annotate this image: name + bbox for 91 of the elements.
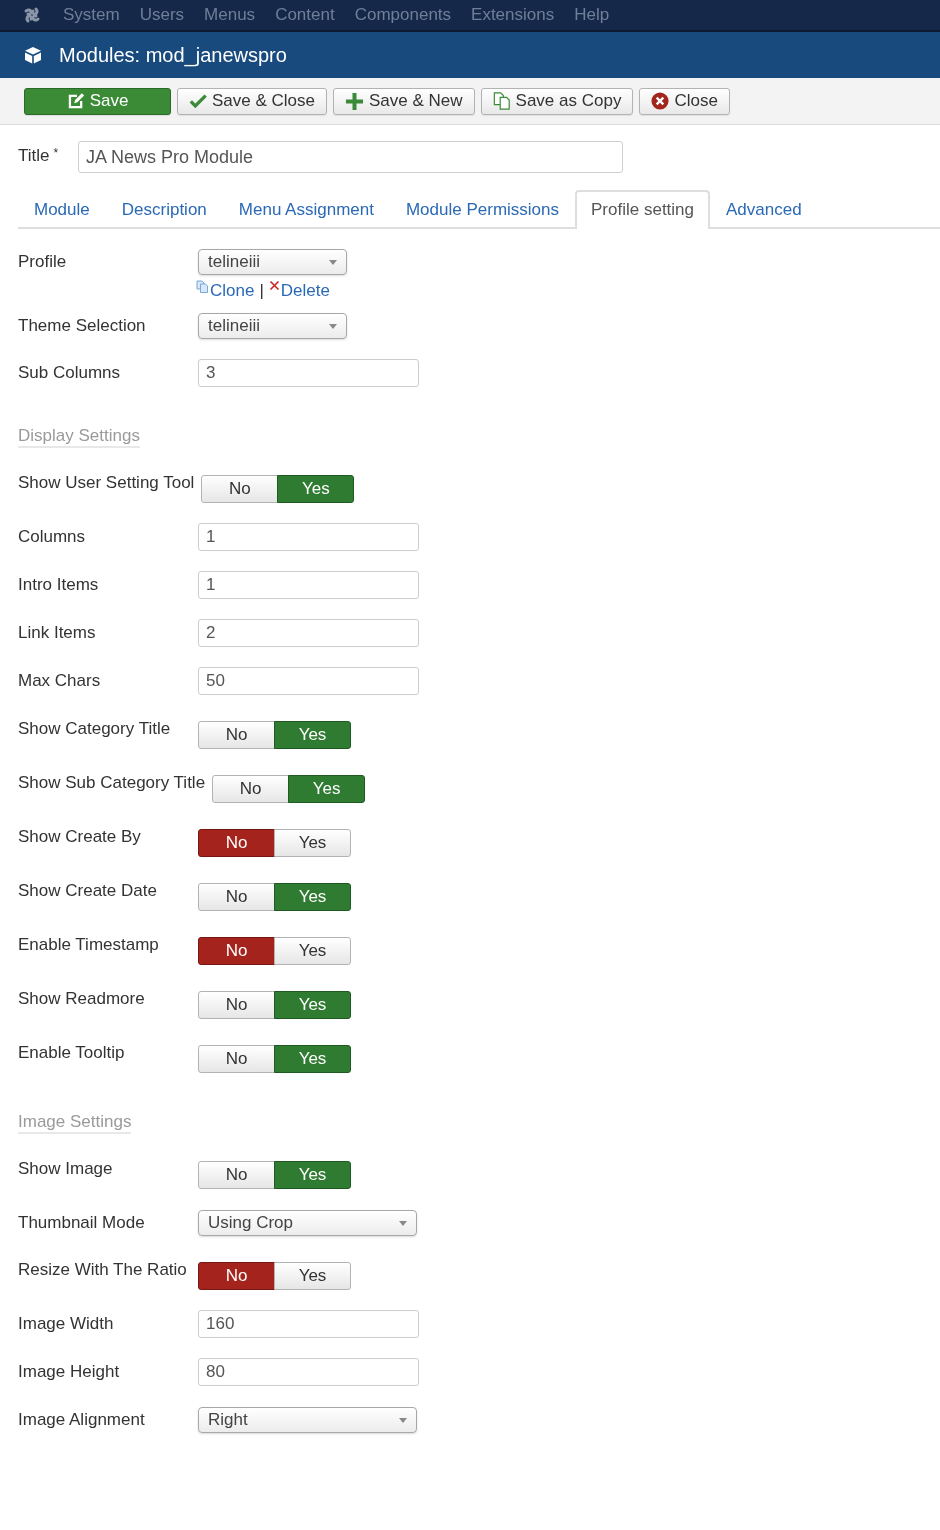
text-field[interactable]: 3 (198, 359, 419, 387)
tab[interactable]: Advanced (710, 190, 818, 227)
menu-item[interactable]: Menus (194, 2, 266, 28)
field-label: Max Chars (18, 671, 101, 690)
menu-item[interactable]: Users (129, 2, 195, 28)
menu-item[interactable]: System (53, 2, 130, 28)
field-label: Show User Setting Tool (18, 473, 195, 492)
tab[interactable]: Description (105, 190, 223, 227)
toggle-button[interactable]: Yes (274, 991, 351, 1019)
field-label: Show Readmore (18, 989, 145, 1008)
toggle-button[interactable]: Yes (274, 937, 351, 965)
toggle-button[interactable]: No (198, 1262, 275, 1290)
logo-icon (22, 5, 42, 25)
text-field[interactable]: 160 (198, 1310, 419, 1338)
field-label: Image Alignment (18, 1410, 145, 1429)
tab[interactable]: Module Permissions (389, 190, 575, 227)
link-separator: | (259, 281, 264, 301)
field-label: Theme Selection (18, 316, 146, 335)
field-label: Show Image (18, 1159, 113, 1178)
field-label: Show Create By (18, 827, 141, 846)
field-label: Show Sub Category Title (18, 773, 206, 792)
close-button[interactable]: Close (639, 87, 730, 115)
field-label: Show Category Title (18, 719, 171, 738)
text-field[interactable]: 1 (198, 571, 419, 599)
field-label: Title (18, 146, 50, 166)
toggle-button[interactable]: No (198, 1045, 275, 1073)
field-label: Columns (18, 527, 86, 546)
toggle-button[interactable]: No (198, 937, 275, 965)
save-close-button[interactable]: Save & Close (177, 87, 327, 115)
clone-link[interactable]: Clone (196, 281, 255, 301)
toggle-button[interactable]: Yes (288, 775, 366, 803)
field-label: Link Items (18, 623, 96, 642)
tab[interactable]: Menu Assignment (222, 190, 390, 227)
field-label: Sub Columns (18, 363, 121, 382)
menu-item[interactable]: Content (265, 2, 345, 28)
toggle-button[interactable]: No (198, 829, 275, 857)
caret-icon (329, 323, 337, 329)
toggle-button[interactable]: Yes (274, 1161, 351, 1189)
menu-item[interactable]: Extensions (461, 2, 565, 28)
field-label: Image Height (18, 1362, 120, 1381)
toggle-button[interactable]: No (212, 775, 290, 803)
toggle-button[interactable]: Yes (274, 1045, 351, 1073)
close-icon (651, 92, 670, 110)
field-label: Enable Tooltip (18, 1043, 125, 1062)
toggle-button[interactable]: Yes (274, 721, 351, 749)
dropdown[interactable]: telineiii (198, 313, 347, 339)
toggle-button[interactable]: No (198, 1161, 275, 1189)
toggle-button[interactable]: Yes (274, 883, 351, 911)
dropdown[interactable]: telineiii (198, 249, 347, 275)
toggle-button[interactable]: Yes (274, 1262, 351, 1290)
toggle-button[interactable]: Yes (277, 475, 355, 503)
field-label: Resize With The Ratio (18, 1260, 187, 1279)
toggle-button[interactable]: No (198, 721, 275, 749)
x-icon (268, 280, 280, 291)
save-new-button[interactable]: Save & New (333, 87, 475, 115)
checkmark-icon (189, 92, 207, 110)
dropdown[interactable]: Using Crop (198, 1210, 417, 1236)
page-title: Modules: mod_janewspro (59, 43, 287, 67)
toggle-button[interactable]: Yes (274, 829, 351, 857)
field-label: Image Width (18, 1314, 114, 1333)
dropdown[interactable]: Right (198, 1407, 417, 1433)
tab[interactable]: Module (18, 190, 106, 227)
cube-icon (24, 46, 42, 64)
toggle-button[interactable]: No (198, 883, 275, 911)
save-button[interactable]: Save (24, 87, 171, 115)
field-label: Thumbnail Mode (18, 1213, 145, 1232)
field-label: Profile (18, 252, 67, 271)
text-field[interactable]: 1 (198, 523, 419, 551)
toggle-button[interactable]: No (201, 475, 279, 503)
tab[interactable]: Profile setting (575, 190, 710, 229)
documents-icon (492, 92, 511, 110)
menu-item[interactable]: Components (344, 2, 462, 28)
text-field[interactable]: 80 (198, 1358, 419, 1386)
field-label: Enable Timestamp (18, 935, 159, 954)
toggle-button[interactable]: No (198, 991, 275, 1019)
plus-icon (345, 91, 364, 111)
pages-icon (196, 280, 209, 293)
caret-icon (329, 259, 337, 265)
field-label: Intro Items (18, 575, 99, 594)
field-label: Show Create Date (18, 881, 157, 900)
delete-link[interactable]: Delete (268, 281, 330, 301)
caret-icon (399, 1220, 407, 1226)
text-field[interactable]: 50 (198, 667, 419, 695)
section-heading: Display Settings (18, 426, 140, 448)
save-copy-button[interactable]: Save as Copy (480, 87, 634, 115)
menu-item[interactable]: Help (564, 2, 620, 28)
text-field[interactable]: 2 (198, 619, 419, 647)
title-field[interactable]: JA News Pro Module (78, 141, 623, 173)
section-heading: Image Settings (18, 1112, 132, 1134)
required-mark: * (53, 146, 59, 160)
caret-icon (399, 1417, 407, 1423)
